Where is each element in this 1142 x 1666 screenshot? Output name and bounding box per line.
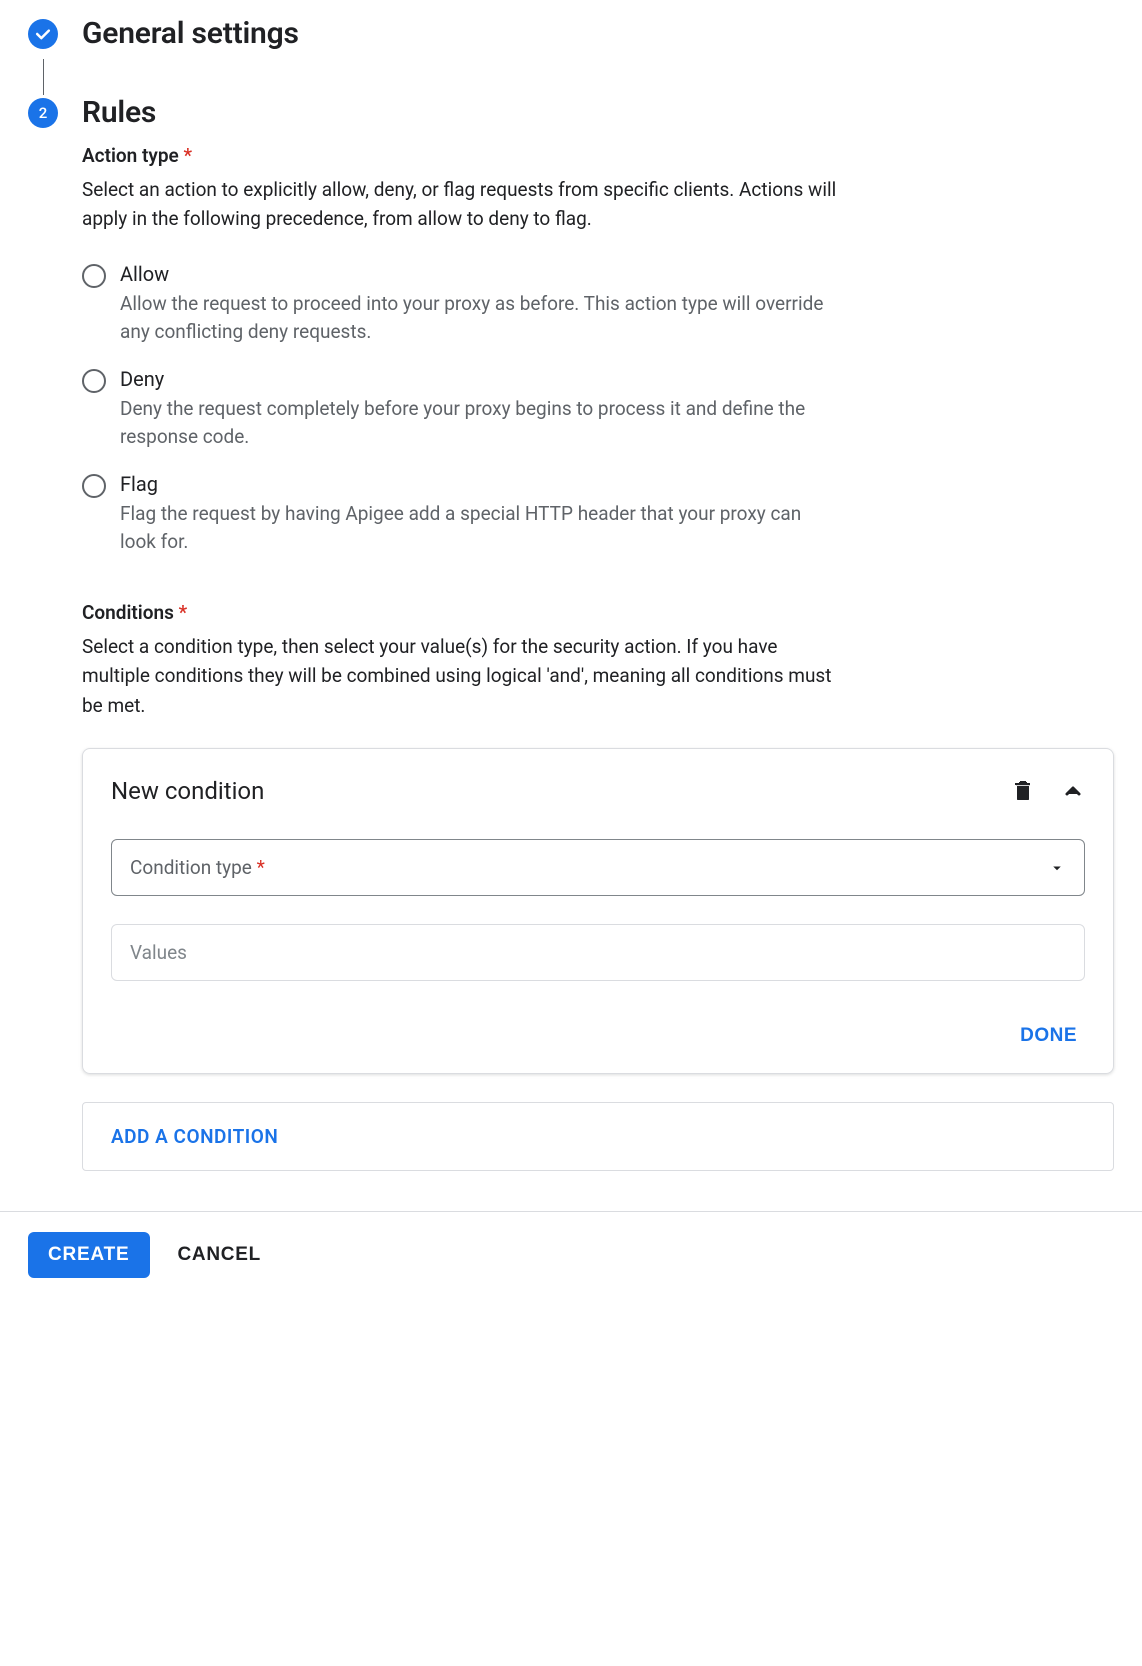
dropdown-icon [1048, 859, 1066, 877]
action-type-label: Action type * [82, 144, 1114, 167]
radio-flag-desc: Flag the request by having Apigee add a … [120, 500, 840, 557]
check-icon [28, 19, 58, 49]
step-rules: 2 Rules [28, 95, 1114, 130]
chevron-up-icon[interactable] [1061, 779, 1085, 803]
create-button[interactable]: CREATE [28, 1232, 150, 1278]
action-type-radio-group: Allow Allow the request to proceed into … [82, 262, 1114, 557]
radio-allow[interactable]: Allow Allow the request to proceed into … [82, 262, 1114, 347]
values-input[interactable]: Values [111, 924, 1085, 981]
add-condition-button[interactable]: ADD A CONDITION [82, 1102, 1114, 1171]
delete-icon[interactable] [1011, 779, 1035, 803]
done-button[interactable]: DONE [1012, 1021, 1085, 1051]
radio-icon[interactable] [82, 264, 106, 288]
step-2-badge: 2 [28, 98, 58, 128]
cancel-button[interactable]: CANCEL [178, 1244, 261, 1266]
condition-card-title: New condition [111, 777, 264, 805]
radio-icon[interactable] [82, 369, 106, 393]
radio-allow-title: Allow [120, 262, 1114, 286]
step-2-title: Rules [82, 95, 156, 130]
radio-flag-title: Flag [120, 472, 1114, 496]
radio-flag[interactable]: Flag Flag the request by having Apigee a… [82, 472, 1114, 557]
conditions-label: Conditions * [82, 601, 1114, 624]
radio-deny[interactable]: Deny Deny the request completely before … [82, 367, 1114, 452]
step-general-settings[interactable]: General settings [28, 16, 1114, 51]
radio-deny-title: Deny [120, 367, 1114, 391]
action-type-description: Select an action to explicitly allow, de… [82, 175, 842, 234]
radio-icon[interactable] [82, 474, 106, 498]
conditions-description: Select a condition type, then select you… [82, 632, 842, 720]
condition-card: New condition Condition type * [82, 748, 1114, 1074]
condition-type-select[interactable]: Condition type * [111, 839, 1085, 896]
step-1-title: General settings [82, 16, 299, 51]
radio-allow-desc: Allow the request to proceed into your p… [120, 290, 840, 347]
footer-bar: CREATE CANCEL [0, 1211, 1142, 1318]
step-connector [28, 59, 58, 95]
radio-deny-desc: Deny the request completely before your … [120, 395, 840, 452]
